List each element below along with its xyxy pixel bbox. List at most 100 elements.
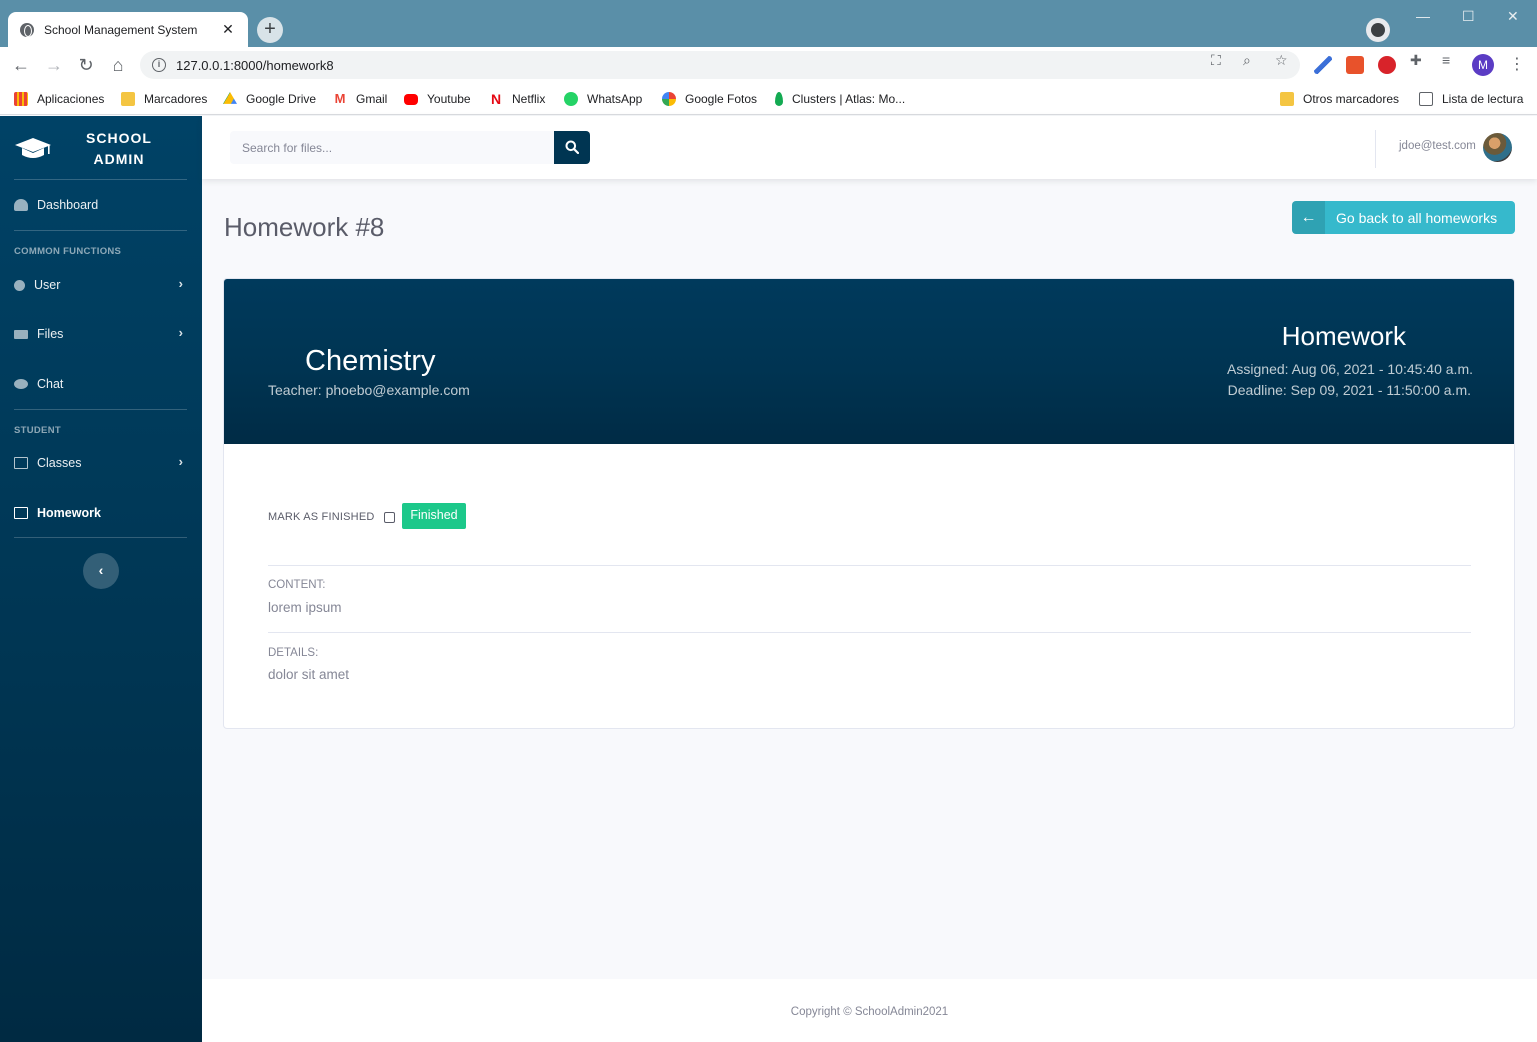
homework-label: Homework: [1281, 321, 1406, 351]
new-tab-button[interactable]: +: [257, 17, 283, 43]
tab-title: School Management System: [44, 22, 198, 37]
extensions-puzzle-icon[interactable]: ✚: [1410, 52, 1422, 69]
sidebar-item-dashboard[interactable]: Dashboard: [14, 195, 187, 215]
sidebar-divider: [14, 179, 187, 180]
mongodb-leaf-icon: [775, 92, 783, 106]
apps-grid-icon: [14, 92, 28, 106]
zoom-icon[interactable]: ⌕: [1243, 52, 1251, 69]
profile-avatar[interactable]: M: [1472, 54, 1494, 76]
bookmark-gmail[interactable]: M Gmail: [333, 90, 388, 108]
google-drive-icon: [223, 92, 237, 104]
sidebar-item-classes[interactable]: Classes ›: [14, 453, 187, 473]
brand[interactable]: SCHOOL ADMIN: [0, 116, 202, 179]
translate-icon[interactable]: ⛶: [1211, 52, 1221, 69]
details-value: dolor sit amet: [268, 667, 350, 682]
browser-toolbar: ← → ↻ ⌂ i 127.0.0.1:8000/homework8 ⛶ ⌕ ☆…: [0, 47, 1537, 83]
bookmark-atlas[interactable]: Clusters | Atlas: Mo...: [775, 90, 905, 108]
close-tab-icon[interactable]: ✕: [220, 21, 236, 38]
home-icon[interactable]: ⌂: [107, 54, 129, 76]
copyright-text: Copyright © SchoolAdmin2021: [790, 1006, 949, 1018]
chevron-right-icon: ›: [178, 276, 183, 291]
reading-mode-icon[interactable]: ≡: [1442, 52, 1450, 68]
brand-name: SCHOOL ADMIN: [86, 130, 152, 167]
bookmark-star-icon[interactable]: ☆: [1275, 52, 1288, 69]
url-text: 127.0.0.1:8000/homework8: [176, 57, 334, 73]
coupon-extension-icon[interactable]: [1346, 56, 1364, 74]
homework-card-header: Chemistry Teacher: phoebo@example.com Ho…: [224, 279, 1514, 444]
sidebar-heading-student: STUDENT: [14, 425, 61, 436]
youtube-icon: [404, 93, 418, 105]
topbar-divider: [1375, 130, 1376, 168]
sidebar-toggle-button[interactable]: ‹: [83, 553, 119, 589]
pen-extension-icon[interactable]: [1314, 56, 1332, 74]
folder-icon: [1280, 92, 1294, 106]
sidebar-item-files[interactable]: Files ›: [14, 324, 187, 344]
details-label: DETAILS:: [268, 647, 319, 659]
bookmark-google-photos[interactable]: Google Fotos: [662, 90, 757, 108]
back-to-homeworks-button[interactable]: ← Go back to all homeworks: [1292, 201, 1515, 234]
close-window-icon[interactable]: ✕: [1507, 8, 1519, 25]
site-info-icon[interactable]: i: [152, 58, 166, 72]
mark-finished-label: MARK AS FINISHED: [268, 511, 375, 523]
arrow-left-icon: ←: [1292, 201, 1325, 234]
details-divider: [268, 632, 1471, 633]
bookmark-google-drive[interactable]: Google Drive: [223, 90, 316, 108]
bookmark-marcadores[interactable]: Marcadores: [121, 90, 207, 108]
search-button[interactable]: [554, 131, 590, 164]
teacher-email: Teacher: phoebo@example.com: [268, 382, 470, 398]
topbar: jdoe@test.com: [202, 116, 1537, 179]
user-avatar[interactable]: [1483, 133, 1512, 162]
content-value: lorem ipsum: [268, 600, 342, 615]
sidebar-divider: [14, 409, 187, 410]
netflix-icon: N: [490, 91, 502, 107]
bookmark-youtube[interactable]: Youtube: [404, 90, 471, 108]
status-badge: Finished: [402, 503, 466, 529]
subject-title: Chemistry: [305, 345, 436, 377]
homework-card: Chemistry Teacher: phoebo@example.com Ho…: [223, 278, 1515, 729]
mark-finished-checkbox[interactable]: [384, 512, 395, 523]
back-arrow-icon[interactable]: ←: [10, 54, 32, 76]
address-bar[interactable]: i 127.0.0.1:8000/homework8: [140, 51, 1300, 79]
bookmark-other[interactable]: Otros marcadores: [1280, 90, 1399, 108]
bookmark-reading-list[interactable]: Lista de lectura: [1419, 90, 1523, 108]
browser-tab[interactable]: School Management System ✕: [8, 12, 248, 47]
tachometer-icon: [14, 199, 28, 211]
bookmark-apps[interactable]: Aplicaciones: [14, 90, 104, 108]
deadline-date: Deadline: Sep 09, 2021 - 11:50:00 a.m.: [1227, 382, 1471, 398]
search-icon: [565, 140, 579, 154]
reading-list-icon: [1419, 92, 1433, 106]
bookmarks-bar: Aplicaciones Marcadores Google Drive M G…: [0, 83, 1537, 115]
sidebar-heading-common: COMMON FUNCTIONS: [14, 246, 122, 257]
globe-icon: [20, 22, 34, 37]
user-circle-icon: [14, 279, 25, 291]
sidebar: SCHOOL ADMIN Dashboard COMMON FUNCTIONS …: [0, 116, 202, 1042]
browser-menu-icon[interactable]: ⋮: [1509, 54, 1525, 74]
reload-icon[interactable]: ↻: [75, 54, 97, 76]
assigned-date: Assigned: Aug 06, 2021 - 10:45:40 a.m.: [1227, 361, 1473, 377]
user-email[interactable]: jdoe@test.com: [1399, 140, 1476, 152]
folder-open-icon: [14, 329, 28, 339]
sidebar-item-homework[interactable]: Homework: [14, 503, 187, 523]
google-photos-icon: [662, 92, 676, 106]
edit-icon: [14, 507, 28, 519]
content-label: CONTENT:: [268, 579, 326, 591]
forward-arrow-icon[interactable]: →: [43, 54, 65, 76]
comments-icon: [14, 379, 28, 389]
sidebar-item-user[interactable]: User ›: [14, 275, 187, 295]
browser-tab-strip: School Management System ✕ + — ☐ ✕: [0, 0, 1537, 47]
bookmark-netflix[interactable]: N Netflix: [489, 90, 545, 108]
chevron-right-icon: ›: [178, 325, 183, 340]
bookmark-whatsapp[interactable]: WhatsApp: [564, 90, 642, 108]
folder-icon: [121, 92, 135, 106]
adblock-extension-icon[interactable]: [1378, 56, 1396, 74]
search-input[interactable]: [230, 131, 554, 164]
minimize-icon[interactable]: —: [1416, 8, 1430, 24]
sidebar-divider: [14, 230, 187, 231]
maximize-icon[interactable]: ☐: [1462, 8, 1475, 25]
sidebar-divider: [14, 537, 187, 538]
sidebar-item-chat[interactable]: Chat: [14, 374, 187, 394]
content-divider: [268, 565, 1471, 566]
chevron-right-icon: ›: [178, 454, 183, 469]
tab-search-icon[interactable]: [1366, 18, 1390, 42]
gmail-icon: M: [334, 91, 346, 106]
